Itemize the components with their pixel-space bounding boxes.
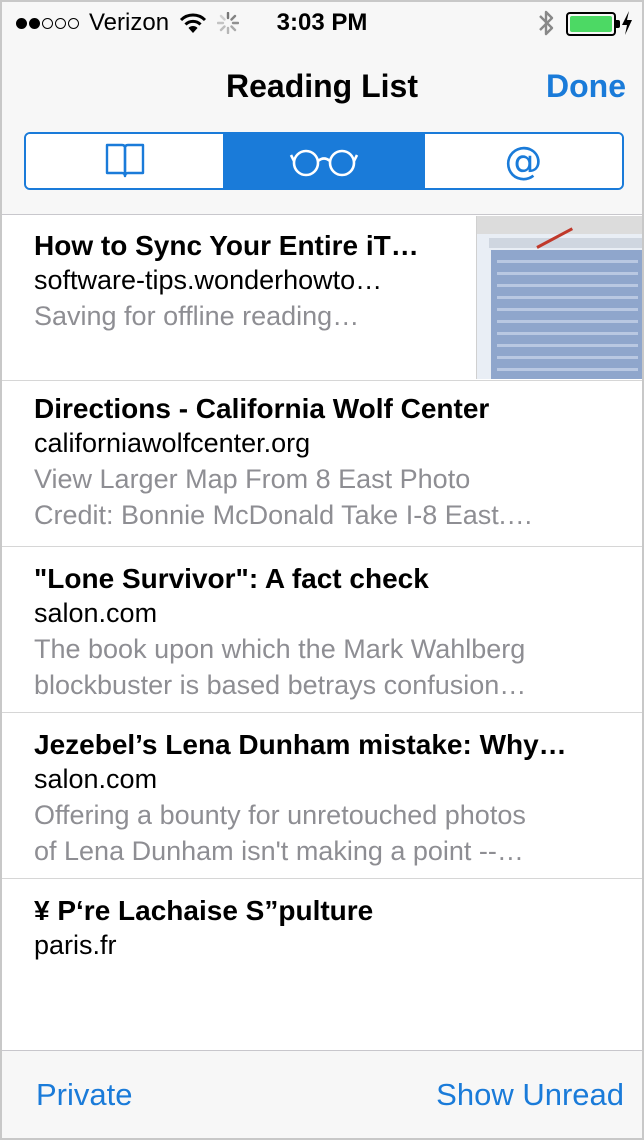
item-title: How to Sync Your Entire iT… <box>34 230 419 261</box>
charging-icon <box>622 11 632 35</box>
status-bar: Verizon 3:03 PM <box>2 2 642 46</box>
item-domain: software-tips.wonderhowto… <box>34 265 383 295</box>
tab-shared-links[interactable]: @ <box>424 134 622 188</box>
list-item[interactable]: Jezebel’s Lena Dunham mistake: Why… salo… <box>2 713 642 879</box>
at-icon: @ <box>504 139 543 183</box>
done-button[interactable]: Done <box>546 68 626 105</box>
bottom-toolbar: Private Show Unread <box>2 1050 642 1138</box>
item-thumbnail <box>476 216 642 379</box>
glasses-icon <box>289 149 359 177</box>
list-item[interactable]: ¥ P‘re Lachaise S”pulture paris.fr <box>2 879 642 1045</box>
item-preview-line-1: Offering a bounty for unretouched photos <box>34 800 526 830</box>
reading-list: How to Sync Your Entire iT… software-tip… <box>2 216 642 1045</box>
battery-icon <box>566 12 620 36</box>
list-item[interactable]: Directions - California Wolf Center cali… <box>2 381 642 547</box>
list-item[interactable]: "Lone Survivor": A fact check salon.com … <box>2 547 642 713</box>
item-domain: salon.com <box>34 598 158 628</box>
screen: Verizon 3:03 PM Reading List Done @ How … <box>0 0 644 1140</box>
item-preview-line-2: blockbuster is based betrays confusion… <box>34 670 527 700</box>
item-domain: californiawolfcenter.org <box>34 428 311 458</box>
item-title: "Lone Survivor": A fact check <box>34 563 429 594</box>
item-preview-line-1: The book upon which the Mark Wahlberg <box>34 634 526 664</box>
item-domain: salon.com <box>34 764 158 794</box>
item-preview-line-1: View Larger Map From 8 East Photo <box>34 464 471 494</box>
battery-level <box>570 16 612 32</box>
show-unread-button[interactable]: Show Unread <box>436 1077 624 1113</box>
bluetooth-icon <box>539 10 554 36</box>
header-area: Verizon 3:03 PM Reading List Done @ <box>2 2 642 215</box>
tab-reading-list[interactable] <box>225 134 425 188</box>
item-title: Directions - California Wolf Center <box>34 393 490 424</box>
book-icon <box>105 143 144 178</box>
private-button[interactable]: Private <box>36 1077 132 1113</box>
item-title: ¥ P‘re Lachaise S”pulture <box>34 895 374 926</box>
segmented-control: @ <box>24 132 624 190</box>
item-preview-line-2: of Lena Dunham isn't making a point --… <box>34 836 524 866</box>
item-preview-line-2: Credit: Bonnie McDonald Take I-8 East.… <box>34 500 534 530</box>
item-domain: paris.fr <box>34 930 117 960</box>
tab-bookmarks[interactable] <box>26 134 226 188</box>
list-item[interactable]: How to Sync Your Entire iT… software-tip… <box>2 216 642 381</box>
item-title: Jezebel’s Lena Dunham mistake: Why… <box>34 729 567 760</box>
item-preview: Saving for offline reading… <box>34 301 360 331</box>
